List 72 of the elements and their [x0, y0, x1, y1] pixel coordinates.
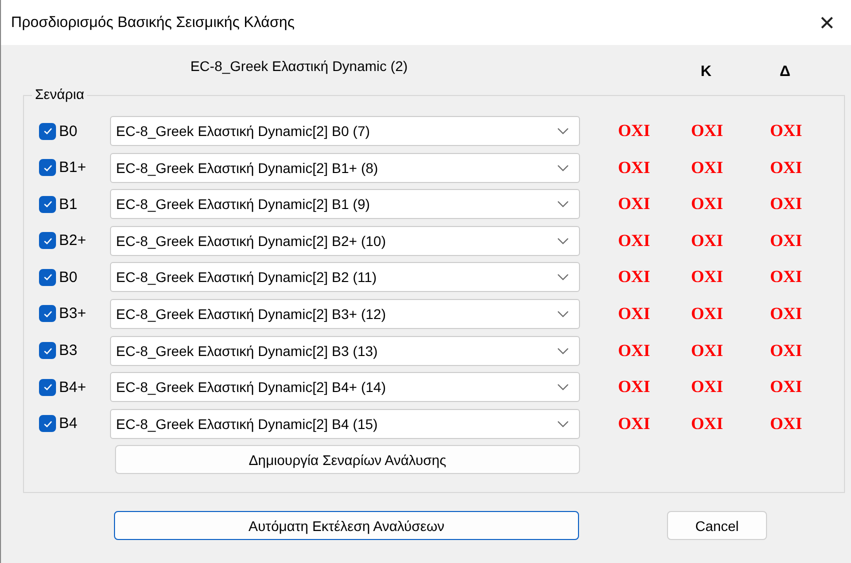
result-text: OXI [690, 340, 724, 361]
checkbox-label: B3 [59, 342, 78, 360]
checkbox-label: B3+ [59, 305, 86, 322]
dropdown[interactable]: EC-8_Greek Ελαστική Dynamic[2] B4+ (14) [110, 372, 580, 402]
chevron-down-icon [557, 273, 569, 282]
dropdown[interactable]: EC-8_Greek Ελαστική Dynamic[2] B1 (9) [110, 189, 580, 220]
checkbox-label: B1+ [59, 159, 86, 176]
chevron-down-icon [557, 200, 569, 208]
result-text: OXI [616, 340, 652, 361]
result-text: OXI [616, 121, 652, 141]
checkbox[interactable] [39, 232, 56, 250]
dropdown[interactable]: EC-8_Greek Ελαστική Dynamic[2] B4 (15) [110, 408, 580, 439]
chevron-down-icon [557, 346, 569, 355]
group-title: Σενάρια [32, 86, 88, 102]
result-text: OXI [768, 194, 804, 214]
chevron-down-icon [557, 420, 569, 428]
dropdown[interactable]: EC-8_Greek Ελαστική Dynamic[2] B3+ (12) [110, 298, 580, 329]
chevron-down-icon [557, 164, 569, 172]
result-text: OXI [690, 304, 724, 324]
window-title: Προσδιορισμός Βασικής Σεισμικής Κλάσης [11, 14, 295, 31]
result-text: OXI [768, 121, 804, 141]
result-text: OXI [690, 267, 724, 288]
checkbox[interactable] [39, 196, 56, 213]
result-text: OXI [616, 414, 652, 434]
result-text: OXI [616, 267, 652, 288]
create-scenarios-button[interactable]: Δημιουργία Σεναρίων Ανάλυσης [115, 445, 580, 474]
result-text: OXI [616, 304, 652, 324]
result-text: OXI [616, 377, 652, 398]
result-text: OXI [768, 377, 804, 398]
result-text: OXI [768, 230, 804, 251]
dropdown[interactable]: EC-8_Greek Ελαστική Dynamic[2] B2+ (10) [110, 226, 580, 256]
result-text: OXI [690, 414, 724, 434]
checkbox[interactable] [39, 268, 56, 286]
dropdown[interactable]: EC-8_Greek Ελαστική Dynamic[2] B2 (11) [110, 262, 580, 292]
result-text: OXI [690, 158, 724, 178]
result-text: OXI [616, 194, 652, 214]
checkbox[interactable] [39, 305, 56, 322]
result-text: OXI [690, 194, 724, 214]
checkbox-label: B1 [59, 196, 78, 213]
checkbox[interactable] [39, 342, 56, 360]
dropdown[interactable]: EC-8_Greek Ελαστική Dynamic[2] B3 (13) [110, 336, 580, 366]
result-text: OXI [768, 158, 804, 178]
result-text: OXI [768, 267, 804, 288]
cancel-button[interactable]: Cancel [667, 511, 767, 540]
result-text: OXI [616, 158, 652, 178]
run-analyses-button[interactable]: Αυτόματη Εκτέλεση Αναλύσεων [114, 511, 579, 540]
close-button[interactable]: ✕ [807, 2, 847, 42]
chevron-down-icon [557, 236, 569, 245]
chevron-down-icon [557, 383, 569, 392]
column-header: EC-8_Greek Ελαστική Dynamic (2) [189, 58, 409, 76]
checkbox-label: B0 [59, 122, 78, 140]
checkbox-label: B4 [59, 415, 78, 432]
result-text: OXI [768, 414, 804, 434]
checkbox[interactable] [39, 378, 56, 396]
dropdown[interactable]: EC-8_Greek Ελαστική Dynamic[2] B1+ (8) [110, 152, 580, 183]
result-text: OXI [768, 304, 804, 324]
result-text: OXI [690, 121, 724, 141]
result-text: OXI [690, 230, 724, 251]
chevron-down-icon [557, 127, 569, 135]
checkbox-label: B0 [59, 268, 78, 286]
dropdown[interactable]: EC-8_Greek Ελαστική Dynamic[2] B0 (7) [110, 116, 580, 146]
result-text: OXI [768, 340, 804, 361]
checkbox-label: B4+ [59, 378, 86, 396]
column-header: Δ [778, 63, 792, 82]
checkbox-label: B2+ [59, 232, 86, 250]
checkbox[interactable] [39, 415, 56, 432]
checkbox[interactable] [39, 122, 56, 140]
result-text: OXI [616, 230, 652, 251]
chevron-down-icon [557, 310, 569, 318]
result-text: OXI [690, 377, 724, 398]
checkbox[interactable] [39, 159, 56, 176]
column-header: Κ [700, 63, 712, 82]
